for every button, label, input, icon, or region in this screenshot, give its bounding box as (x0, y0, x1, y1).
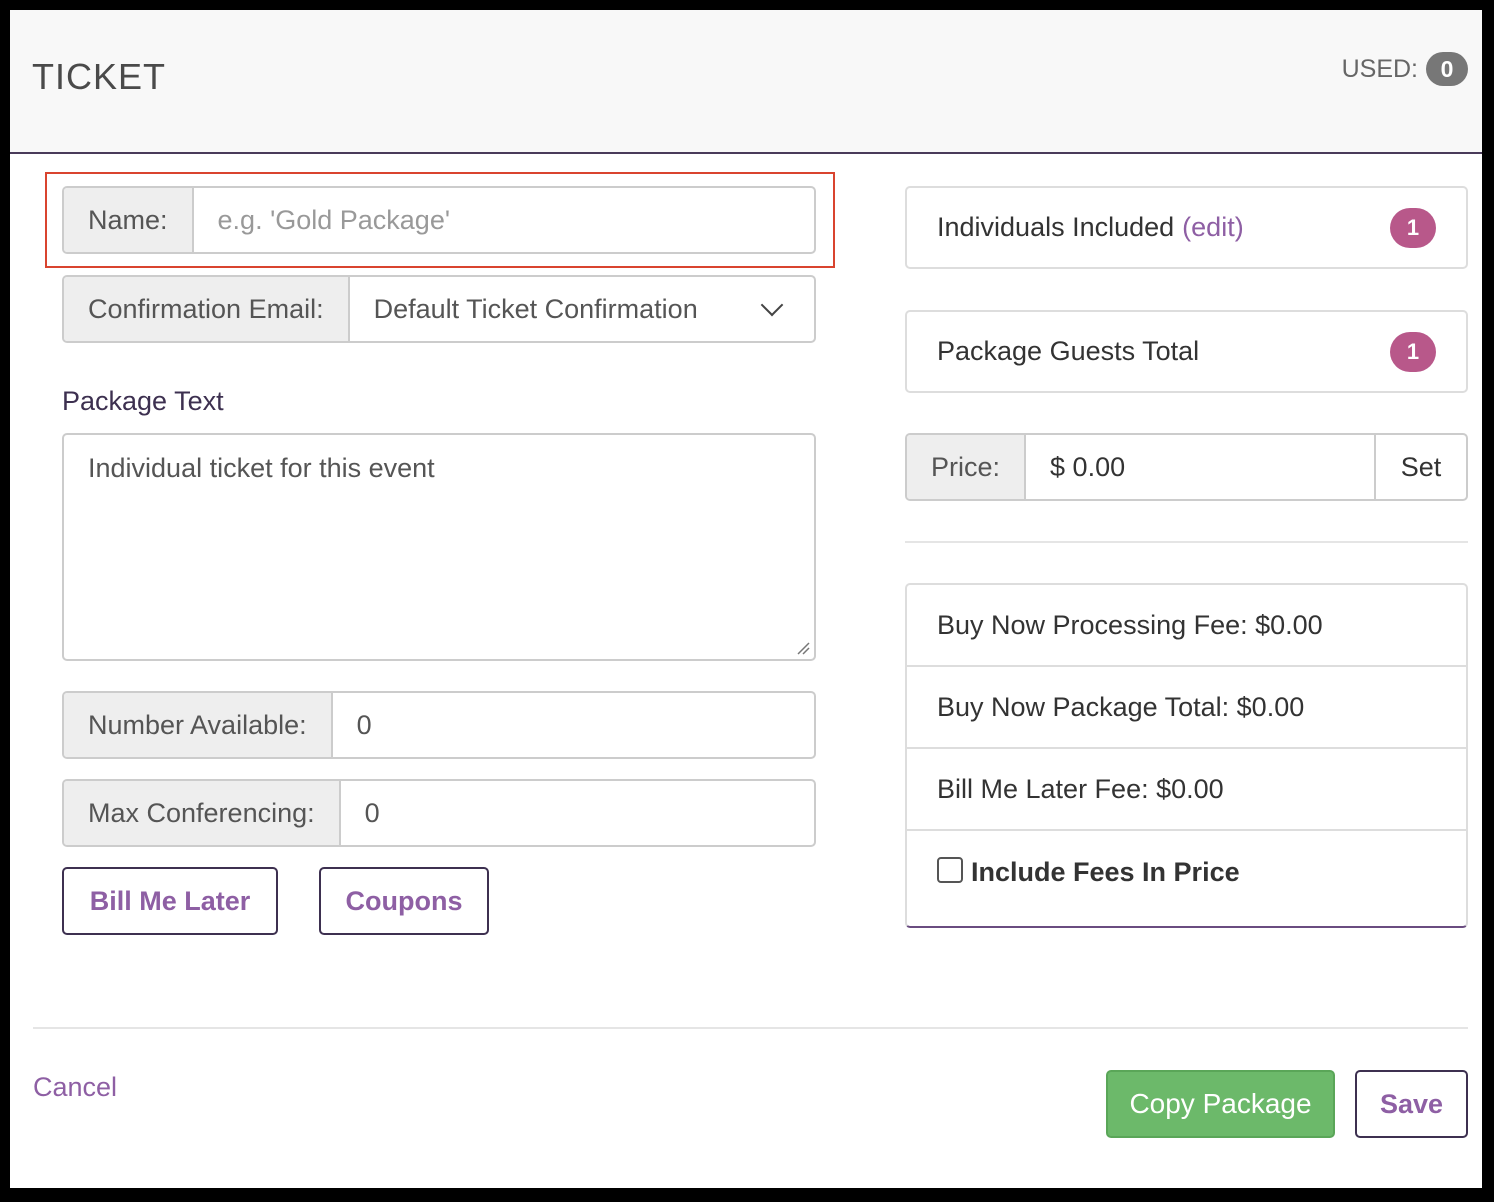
chevron-down-icon (760, 293, 784, 317)
used-count-badge: 0 (1426, 52, 1468, 86)
used-label: USED: (1341, 54, 1418, 83)
package-text-label: Package Text (62, 386, 224, 416)
max-conferencing-group: Max Conferencing: 0 (62, 779, 816, 847)
package-text-area[interactable]: Individual ticket for this event (62, 433, 816, 661)
individuals-included-label: Individuals Included (937, 212, 1175, 242)
used-indicator: USED: 0 (1342, 52, 1468, 86)
max-conferencing-label: Max Conferencing: (64, 781, 341, 845)
package-guests-count-badge: 1 (1390, 331, 1436, 372)
price-input[interactable]: $ 0.00 (1026, 435, 1374, 499)
footer-divider (33, 1027, 1468, 1029)
confirmation-email-group: Confirmation Email: Default Ticket Confi… (62, 275, 816, 343)
resize-handle-icon[interactable] (796, 641, 810, 655)
buy-now-processing-fee: Buy Now Processing Fee: $0.00 (907, 585, 1466, 667)
individuals-count-badge: 1 (1390, 207, 1436, 248)
package-text-value: Individual ticket for this event (88, 453, 435, 483)
copy-package-button[interactable]: Copy Package (1106, 1070, 1335, 1138)
price-input-group: Price: $ 0.00 Set (905, 433, 1468, 501)
cancel-link[interactable]: Cancel (33, 1072, 117, 1103)
bill-me-later-fee: Bill Me Later Fee: $0.00 (907, 749, 1466, 831)
buy-now-package-total: Buy Now Package Total: $0.00 (907, 667, 1466, 749)
save-button[interactable]: Save (1355, 1070, 1468, 1138)
package-guests-label: Package Guests Total (937, 336, 1200, 366)
confirmation-email-label: Confirmation Email: (64, 277, 350, 341)
name-input[interactable]: e.g. 'Gold Package' (194, 188, 814, 252)
include-fees-checkbox[interactable] (937, 857, 963, 883)
number-available-group: Number Available: 0 (62, 691, 816, 759)
number-available-input[interactable]: 0 (333, 693, 814, 757)
individuals-edit-link[interactable]: (edit) (1182, 212, 1244, 243)
name-label: Name: (64, 188, 194, 252)
include-fees-label[interactable]: Include Fees In Price (971, 857, 1240, 888)
coupons-button[interactable]: Coupons (319, 867, 489, 935)
bill-me-later-button[interactable]: Bill Me Later (62, 867, 278, 935)
confirmation-email-select[interactable]: Default Ticket Confirmation (350, 277, 814, 341)
number-available-label: Number Available: (64, 693, 333, 757)
package-guests-panel: Package Guests Total 1 (905, 310, 1468, 393)
set-price-button[interactable]: Set (1374, 435, 1466, 499)
price-label: Price: (907, 435, 1027, 499)
fees-panel: Buy Now Processing Fee: $0.00 Buy Now Pa… (905, 583, 1468, 928)
modal-header: TICKET USED: 0 (10, 10, 1482, 154)
confirmation-email-value: Default Ticket Confirmation (373, 293, 698, 324)
name-input-group: Name: e.g. 'Gold Package' (62, 186, 816, 254)
individuals-included-panel: Individuals Included (edit) 1 (905, 186, 1468, 269)
modal-title: TICKET (32, 56, 167, 97)
max-conferencing-input[interactable]: 0 (341, 781, 814, 845)
include-fees-row: Include Fees In Price (907, 831, 1466, 913)
summary-divider (905, 541, 1468, 543)
